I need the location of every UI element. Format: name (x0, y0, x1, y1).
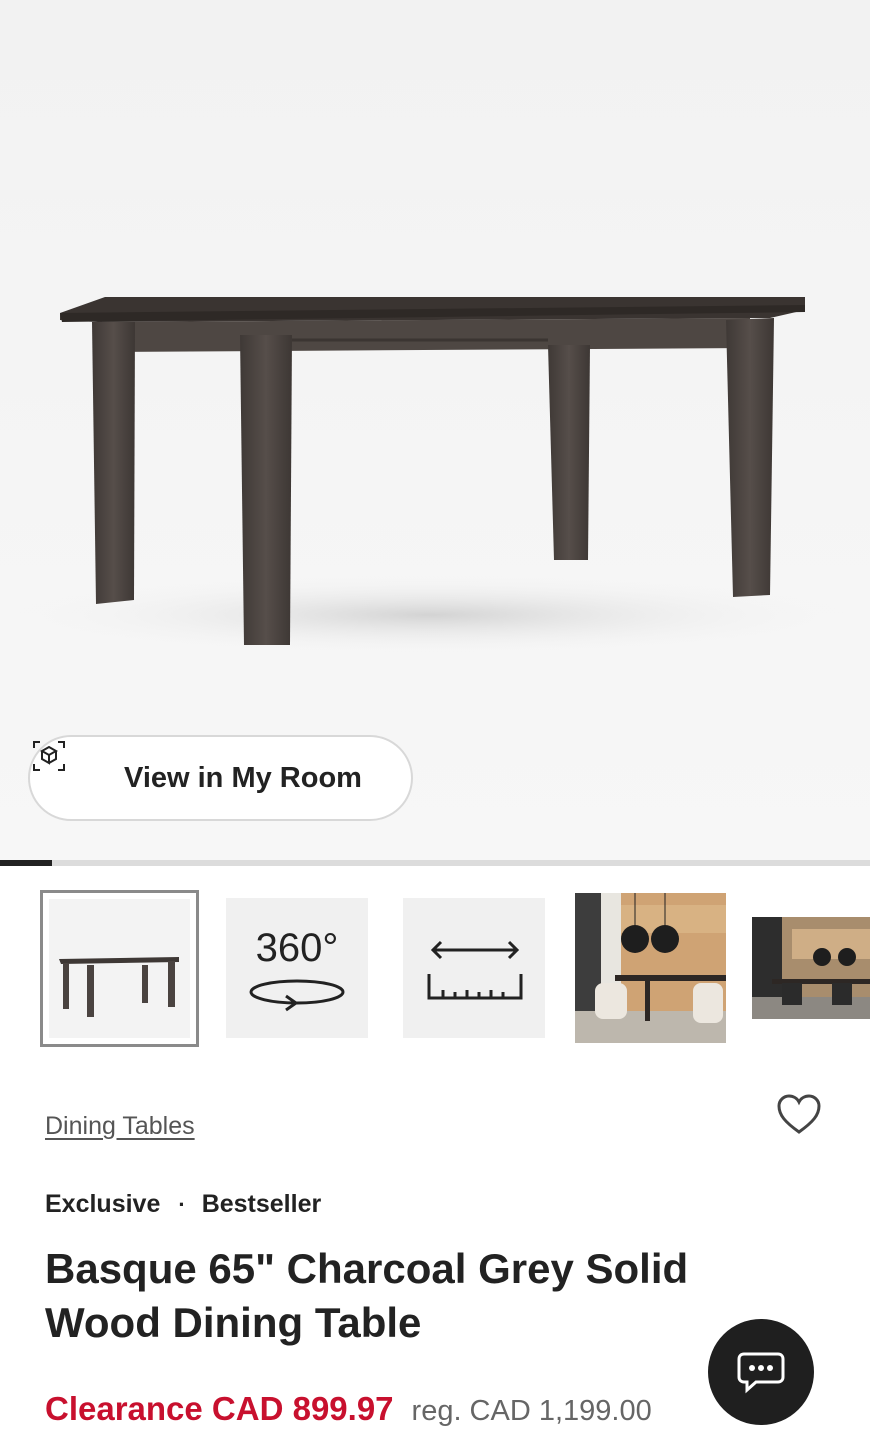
rotate-icon (249, 979, 345, 1012)
gallery-progress-bar (0, 860, 870, 866)
ruler-dimensions-icon (427, 940, 523, 1000)
heart-icon[interactable] (775, 1092, 823, 1138)
view-in-my-room-label: View in My Room (124, 761, 362, 794)
badge-bestseller: Bestseller (201, 1190, 322, 1218)
thumbnail-room-image-1[interactable] (575, 893, 726, 1043)
product-hero-image[interactable]: View in My Room (0, 0, 870, 860)
gallery-thumbnails: 360° (0, 888, 870, 1048)
thumbnail-room-image-2[interactable] (752, 917, 870, 1019)
thumbnail-product-image[interactable] (40, 890, 199, 1047)
badge-separator: · (178, 1191, 186, 1217)
chat-bubble-icon (737, 1352, 785, 1394)
dining-table-illustration (10, 297, 850, 655)
badge-exclusive: Exclusive (45, 1190, 161, 1218)
price-block: Clearance CAD 899.97 reg. CAD 1,199.00 (45, 1390, 652, 1428)
thumbnail-dimensions[interactable] (403, 898, 545, 1038)
chat-button[interactable] (708, 1319, 814, 1425)
sale-price: Clearance CAD 899.97 (45, 1390, 394, 1427)
breadcrumb-dining-tables[interactable]: Dining Tables (45, 1112, 195, 1141)
gallery-progress-fill (0, 860, 53, 866)
product-title: Basque 65" Charcoal Grey Solid Wood Dini… (45, 1245, 689, 1346)
360-label: 360° (255, 926, 339, 970)
product-badges: Exclusive · Bestseller (45, 1190, 321, 1219)
view-in-my-room-button[interactable]: View in My Room (28, 735, 413, 821)
thumbnail-360-view[interactable]: 360° (226, 898, 368, 1038)
regular-price: reg. CAD 1,199.00 (411, 1395, 652, 1427)
ar-cube-icon (33, 741, 106, 798)
